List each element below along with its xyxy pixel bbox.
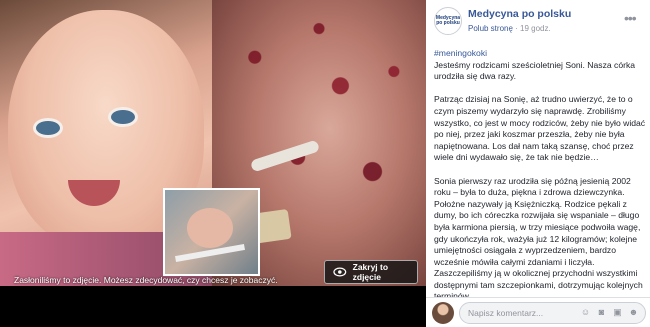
post-paragraph: Patrząc dzisiaj na Sonię, aż trudno uwie… — [434, 94, 646, 163]
hide-photo-label: Zakryj to zdjęcie — [352, 262, 389, 282]
post-meta: Polub stronę · 19 godz. — [468, 24, 551, 33]
post-paragraph: Sonia pierwszy raz urodziła się późną je… — [434, 175, 643, 302]
avatar — [432, 302, 454, 324]
camera-icon[interactable]: ◙ — [596, 307, 607, 318]
meta-separator: · — [512, 24, 521, 33]
page-avatar[interactable]: Medycyna po polsku — [434, 7, 462, 35]
comment-bar: Napisz komentarz... ☺ ◙ ▣ ☻ — [426, 297, 650, 327]
inset-photo — [163, 188, 260, 276]
hashtag-link[interactable]: #meningokoki — [434, 48, 646, 60]
more-options-icon[interactable]: ••• — [624, 10, 637, 26]
comment-input[interactable]: Napisz komentarz... ☺ ◙ ▣ ☻ — [459, 302, 646, 324]
hide-photo-button[interactable]: Zakryj to zdjęcie — [324, 260, 418, 284]
emoji-icon[interactable]: ☺ — [580, 307, 591, 318]
gif-icon[interactable]: ▣ — [612, 307, 623, 318]
eye-icon — [333, 267, 347, 277]
like-page-link[interactable]: Polub stronę — [468, 24, 513, 33]
comment-placeholder: Napisz komentarz... — [468, 308, 544, 318]
post-time[interactable]: 19 godz. — [520, 24, 551, 33]
post-text: #meningokoki Jesteśmy rodzicami sześciol… — [434, 48, 646, 315]
sensitive-content-caption: Zasłoniliśmy to zdjęcie. Możesz zdecydow… — [14, 275, 278, 285]
post-paragraph: Jesteśmy rodzicami sześcioletniej Soni. … — [434, 59, 636, 82]
post-header: Medycyna po polsku Medycyna po polsku Po… — [426, 0, 650, 40]
photo-area[interactable]: Zasłoniliśmy to zdjęcie. Możesz zdecydow… — [0, 0, 426, 327]
page-name-link[interactable]: Medycyna po polsku — [468, 8, 571, 20]
post-panel: Medycyna po polsku Medycyna po polsku Po… — [426, 0, 650, 327]
photo-viewer: Zasłoniliśmy to zdjęcie. Możesz zdecydow… — [0, 0, 650, 327]
sticker-icon[interactable]: ☻ — [628, 307, 639, 318]
